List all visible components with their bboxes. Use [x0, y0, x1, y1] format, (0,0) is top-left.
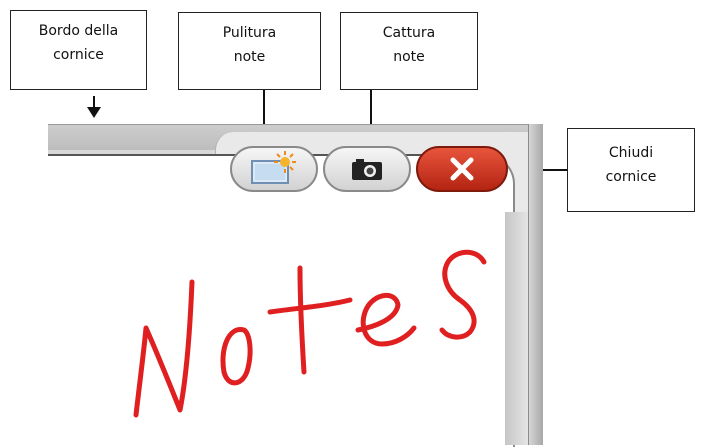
ink-letter-t-bar [267, 297, 353, 315]
ink-letter-s [439, 249, 487, 340]
ink-letter-n [133, 279, 195, 418]
handwritten-notes-drawing [133, 249, 487, 418]
ink-letter-e [355, 292, 417, 347]
ink-letter-t-stem [297, 265, 307, 375]
ink-letter-o [220, 327, 253, 386]
